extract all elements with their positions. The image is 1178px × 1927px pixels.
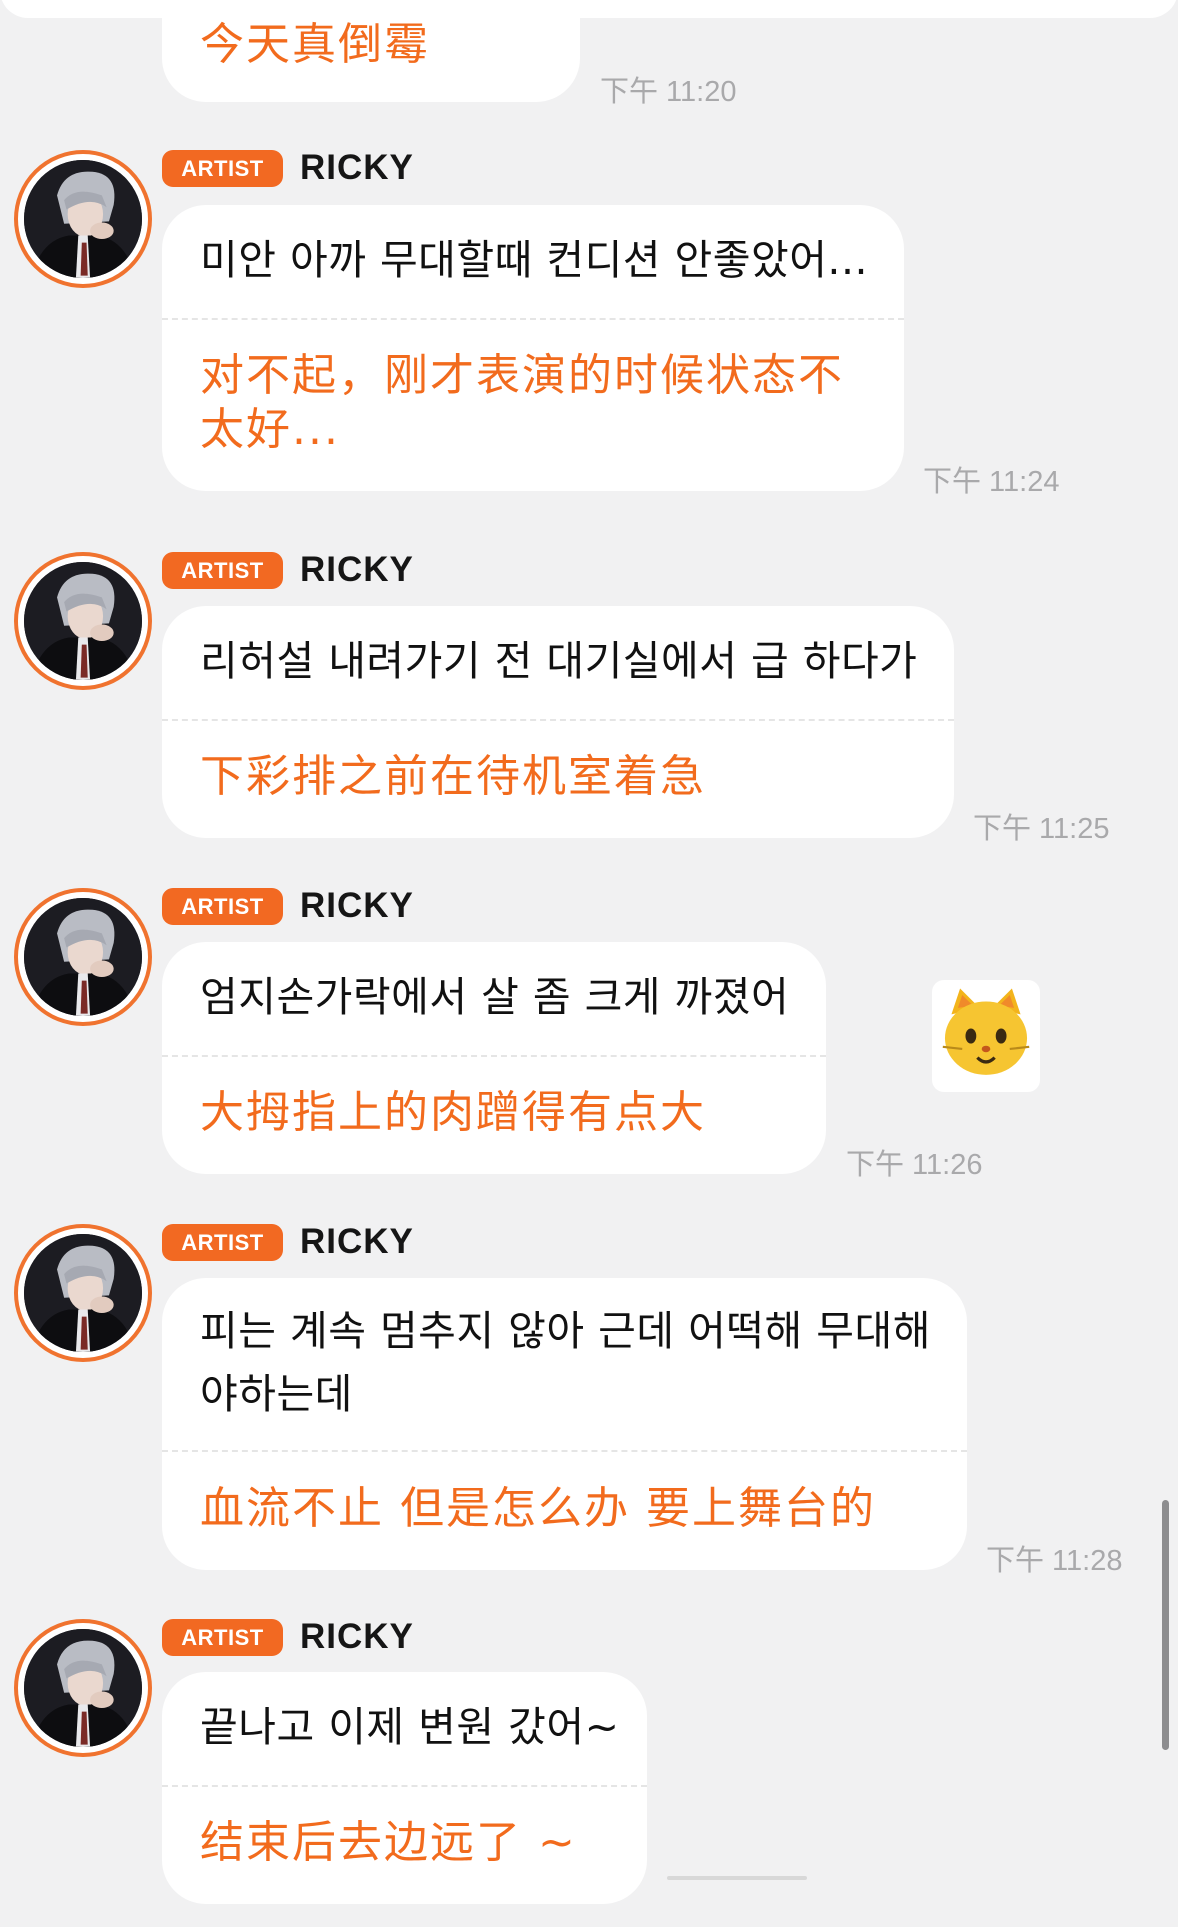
message-translation: 今天真倒霉 xyxy=(200,19,430,70)
sender-name[interactable]: RICKY xyxy=(300,1617,414,1657)
message-divider xyxy=(162,719,954,721)
scrollbar[interactable] xyxy=(1162,1500,1169,1750)
avatar-photo-icon xyxy=(24,1629,142,1747)
message-time: 下午 11:20 xyxy=(600,76,737,108)
message-korean: 미안 아까 무대할때 컨디션 안좋았어... xyxy=(200,236,869,284)
home-indicator[interactable] xyxy=(667,1876,807,1880)
artist-badge: ARTIST xyxy=(162,150,283,187)
avatar-photo xyxy=(24,1234,142,1352)
avatar-photo xyxy=(24,898,142,1016)
message-translation: 下彩排之前在待机室着急 xyxy=(200,751,706,802)
message-translation: 大拇指上的肉蹭得有点大 xyxy=(200,1087,706,1138)
avatar-photo-icon xyxy=(24,1234,142,1352)
avatar-photo xyxy=(24,562,142,680)
avatar-photo-icon xyxy=(24,898,142,1016)
avatar[interactable] xyxy=(14,150,152,288)
avatar-photo xyxy=(24,160,142,278)
message-bubble[interactable]: 미안 아까 무대할때 컨디션 안좋았어... 对不起，刚才表演的时候状态不太好.… xyxy=(162,205,904,491)
cat-face-icon xyxy=(942,988,1030,1075)
message-time: 下午 11:24 xyxy=(923,466,1060,498)
avatar[interactable] xyxy=(14,1619,152,1757)
message-time: 下午 11:26 xyxy=(846,1149,983,1181)
message-korean: 리허설 내려가기 전 대기실에서 급 하다가 xyxy=(200,637,918,685)
reaction-sticker[interactable] xyxy=(932,980,1040,1092)
artist-badge: ARTIST xyxy=(162,888,283,925)
avatar-photo-icon xyxy=(24,160,142,278)
message-korean: 끝나고 이제 변원 갔어~ xyxy=(200,1703,620,1751)
avatar[interactable] xyxy=(14,552,152,690)
message-korean: 엄지손가락에서 살 좀 크게 까졌어 xyxy=(200,973,790,1021)
sender-name[interactable]: RICKY xyxy=(300,1222,414,1262)
message-time: 下午 11:28 xyxy=(986,1545,1123,1577)
message-translation: 结束后去边远了 ~ xyxy=(200,1817,577,1868)
avatar-photo-icon xyxy=(24,562,142,680)
message-time: 下午 11:25 xyxy=(973,813,1110,845)
message-bubble[interactable]: 엄지손가락에서 살 좀 크게 까졌어 大拇指上的肉蹭得有点大 xyxy=(162,942,826,1174)
sender-name[interactable]: RICKY xyxy=(300,886,414,926)
avatar-photo xyxy=(24,1629,142,1747)
message-bubble[interactable]: 리허설 내려가기 전 대기실에서 급 하다가 下彩排之前在待机室着急 xyxy=(162,606,954,838)
message-divider xyxy=(162,1785,647,1787)
message-bubble-partial[interactable]: 今天真倒霉 xyxy=(162,0,580,102)
message-translation: 对不起，刚才表演的时候状态不太好... xyxy=(200,350,844,455)
message-divider xyxy=(162,318,904,320)
message-divider xyxy=(162,1055,826,1057)
artist-badge: ARTIST xyxy=(162,1619,283,1656)
avatar[interactable] xyxy=(14,888,152,1026)
message-bubble[interactable]: 끝나고 이제 변원 갔어~ 结束后去边远了 ~ xyxy=(162,1672,647,1904)
sender-name[interactable]: RICKY xyxy=(300,148,414,188)
artist-badge: ARTIST xyxy=(162,552,283,589)
message-translation: 血流不止 但是怎么办 要上舞台的 xyxy=(200,1483,876,1534)
message-bubble[interactable]: 피는 계속 멈추지 않아 근데 어떡해 무대해야하는데 血流不止 但是怎么办 要… xyxy=(162,1278,967,1570)
avatar[interactable] xyxy=(14,1224,152,1362)
artist-badge: ARTIST xyxy=(162,1224,283,1261)
message-divider xyxy=(162,1450,967,1452)
message-korean: 피는 계속 멈추지 않아 근데 어떡해 무대해야하는데 xyxy=(200,1307,931,1418)
sender-name[interactable]: RICKY xyxy=(300,550,414,590)
